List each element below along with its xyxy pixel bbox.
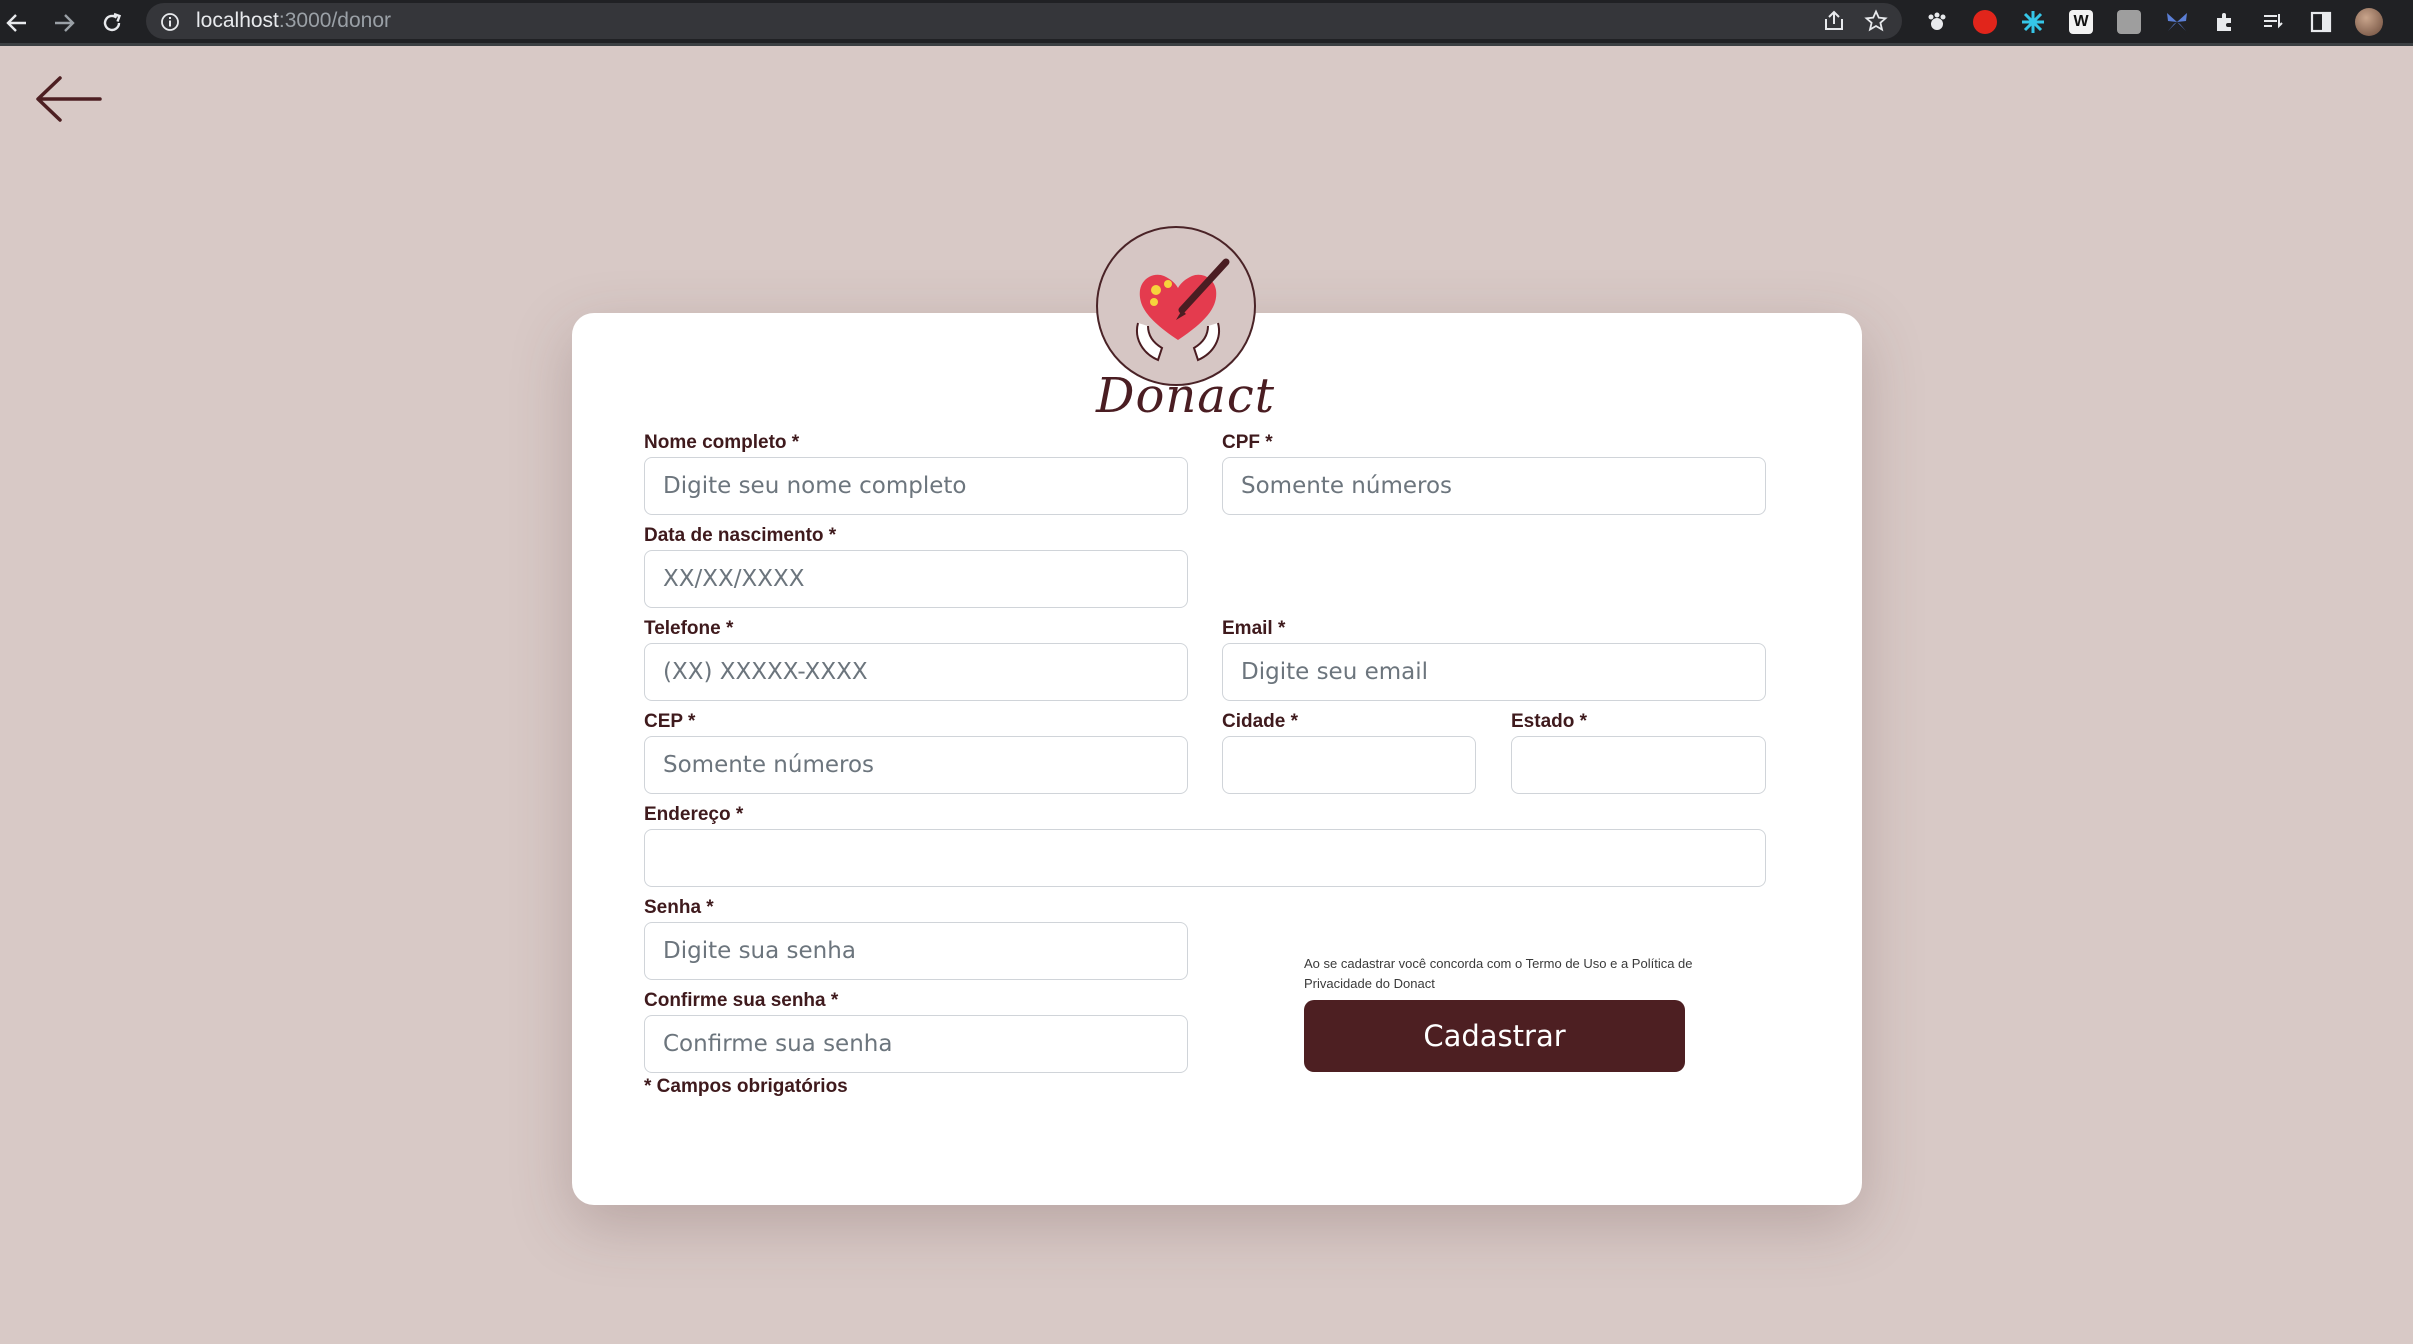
- terms-notice: Ao se cadastrar você concorda com o Term…: [1304, 956, 1693, 991]
- address-label: Endereço *: [644, 804, 744, 825]
- state-input[interactable]: [1511, 736, 1766, 794]
- birth-date-input[interactable]: [644, 550, 1188, 608]
- email-label: Email *: [1222, 618, 1286, 639]
- extension-w-icon[interactable]: W: [2064, 6, 2098, 38]
- extension-paw-icon[interactable]: [1920, 6, 1954, 38]
- browser-forward-button[interactable]: [47, 6, 81, 40]
- extension-gray-icon[interactable]: [2112, 6, 2146, 38]
- address-bar[interactable]: localhost:3000/donor: [146, 3, 1902, 39]
- extensions-puzzle-icon[interactable]: [2208, 6, 2242, 38]
- city-input[interactable]: [1222, 736, 1476, 794]
- full-name-label: Nome completo *: [644, 432, 800, 453]
- browser-toolbar: localhost:3000/donor W: [0, 0, 2413, 46]
- city-label: Cidade *: [1222, 711, 1299, 732]
- url-text: localhost:3000/donor: [196, 3, 391, 39]
- extension-red-hand-icon[interactable]: [1968, 6, 2002, 38]
- url-host: localhost: [196, 9, 279, 32]
- address-input[interactable]: [644, 829, 1766, 887]
- profile-avatar[interactable]: [2352, 6, 2386, 38]
- birth-date-label: Data de nascimento *: [644, 525, 837, 546]
- confirm-password-label: Confirme sua senha *: [644, 990, 839, 1011]
- phone-label: Telefone *: [644, 618, 734, 639]
- cep-input[interactable]: [644, 736, 1188, 794]
- register-button[interactable]: Cadastrar: [1304, 1000, 1685, 1072]
- email-input[interactable]: [1222, 643, 1766, 701]
- cep-label: CEP *: [644, 711, 696, 732]
- side-panel-icon[interactable]: [2304, 6, 2338, 38]
- cpf-label: CPF *: [1222, 432, 1273, 453]
- state-label: Estado *: [1511, 711, 1588, 732]
- required-fields-note: * Campos obrigatórios: [644, 1076, 848, 1097]
- confirm-password-input[interactable]: [644, 1015, 1188, 1073]
- logo-wordmark: Donact: [1096, 368, 1276, 424]
- browser-reload-button[interactable]: [95, 6, 129, 40]
- password-label: Senha *: [644, 897, 714, 918]
- browser-back-button[interactable]: [0, 6, 34, 40]
- arrow-left-icon: [6, 14, 26, 32]
- reading-list-icon[interactable]: [2256, 6, 2290, 38]
- bookmark-star-icon[interactable]: [1864, 9, 1888, 33]
- cpf-input[interactable]: [1222, 457, 1766, 515]
- back-arrow-icon[interactable]: [34, 74, 104, 124]
- url-path: :3000/donor: [278, 9, 391, 32]
- full-name-input[interactable]: [644, 457, 1188, 515]
- extension-asterisk-icon[interactable]: [2016, 6, 2050, 38]
- arrow-right-icon: [55, 14, 75, 32]
- heart-palette-icon: [1136, 258, 1230, 362]
- phone-input[interactable]: [644, 643, 1188, 701]
- info-icon: [161, 13, 179, 31]
- logo-emblem: [1096, 226, 1256, 386]
- password-input[interactable]: [644, 922, 1188, 980]
- reload-icon: [103, 12, 122, 32]
- share-icon[interactable]: [1822, 9, 1846, 33]
- extensions-bar: W: [1920, 6, 2386, 38]
- extension-butterfly-icon[interactable]: [2160, 6, 2194, 38]
